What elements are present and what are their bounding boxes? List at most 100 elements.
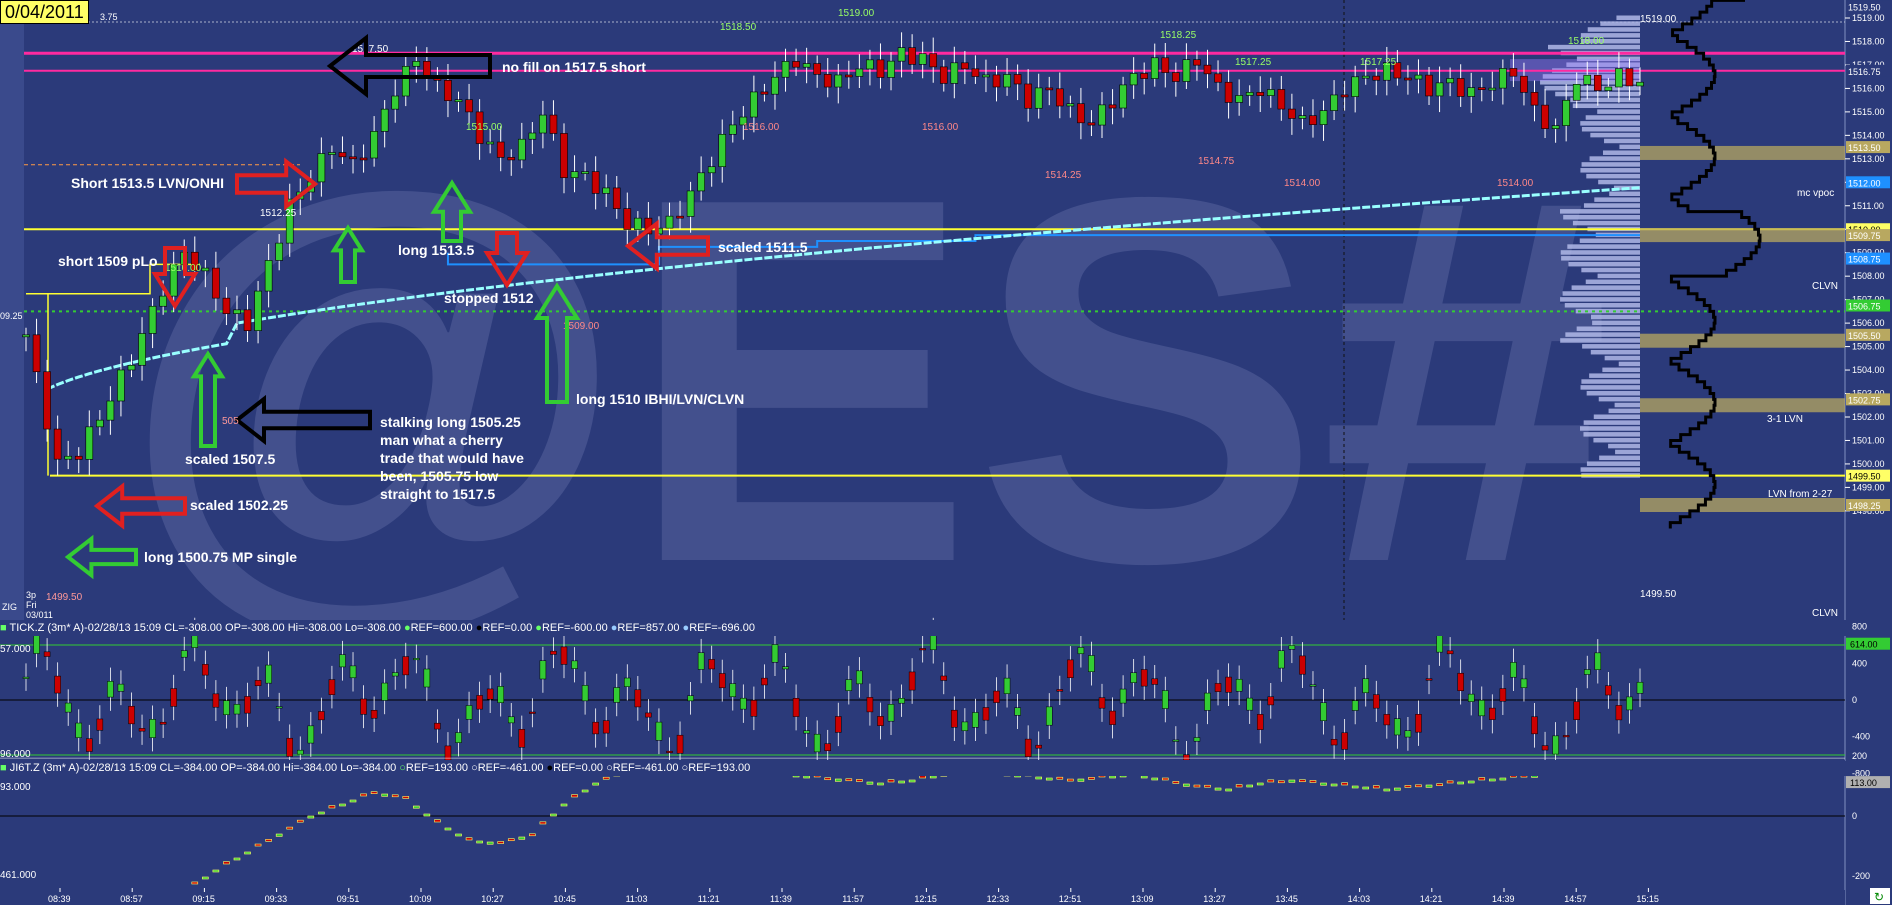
candle-down xyxy=(1045,87,1054,91)
tick-bar-up xyxy=(581,685,589,702)
breadth-bar-up xyxy=(803,775,810,779)
profile-row xyxy=(1560,338,1640,343)
profile-row xyxy=(1598,396,1640,402)
tick-bar-up xyxy=(856,670,863,685)
breadth-badge: 113.00 xyxy=(1850,778,1877,788)
candle-down xyxy=(338,152,347,158)
breadth-bar-down xyxy=(1278,780,1285,784)
chart-window: @ES# 1517.50 1518.50 1519.00 1518.25 1517.25… xyxy=(0,0,1892,905)
candle-down xyxy=(623,208,632,230)
breadth-bar-up xyxy=(592,782,599,786)
tick-bar-down xyxy=(1140,669,1148,687)
candle-up xyxy=(918,53,927,65)
candle-up xyxy=(1235,95,1243,103)
breadth-bar-up xyxy=(212,869,220,873)
time-tick-label: 10:27 xyxy=(481,894,504,904)
breadth-bar-up xyxy=(444,827,452,831)
tick-bar-down xyxy=(666,750,673,753)
tick-axis-label: 800 xyxy=(1852,622,1867,632)
tick-bar-up xyxy=(1394,718,1401,736)
tick-bar-up xyxy=(961,721,969,732)
breadth-bar-down xyxy=(1088,777,1095,780)
candle-down xyxy=(1594,74,1602,91)
tick-bar-up xyxy=(655,721,663,741)
level-label: mc vpoc xyxy=(1797,188,1834,199)
candle-down xyxy=(1425,74,1433,97)
tick-bar-up xyxy=(149,719,156,738)
candle-up xyxy=(85,426,94,460)
swing-label: 1514.00 xyxy=(1497,178,1534,189)
breadth-bar-up xyxy=(929,775,937,779)
tick-bar-down xyxy=(835,716,842,733)
tick-bar-up xyxy=(223,700,230,716)
profile-row xyxy=(1593,437,1640,443)
profile-row xyxy=(1576,326,1640,331)
tick-bar-down xyxy=(792,697,800,717)
profile-row xyxy=(1594,197,1640,202)
breadth-bar-down xyxy=(1067,778,1074,782)
profile-row xyxy=(1583,420,1640,425)
breadth-bar-down xyxy=(1436,783,1443,786)
tick-bar-up xyxy=(697,652,705,670)
level-band xyxy=(1640,498,1845,513)
candle-up xyxy=(391,95,400,110)
candle-down xyxy=(908,47,916,65)
price-tick-label: 1515.00 xyxy=(1852,107,1885,117)
tick-bar-down xyxy=(676,734,684,754)
breadth-bar-down xyxy=(1446,780,1454,784)
candle-up xyxy=(233,309,241,314)
candle-up xyxy=(707,166,716,174)
tick-bar-down xyxy=(159,721,167,725)
candle-up xyxy=(328,152,336,155)
annotation-text: stalking long 1505.25 xyxy=(380,414,521,430)
candle-up xyxy=(528,132,537,140)
breadth-bar-up xyxy=(550,813,557,817)
annotation-text: stopped 1512 xyxy=(444,290,534,306)
profile-row xyxy=(1583,432,1640,437)
candle-up xyxy=(1499,68,1507,89)
candle-up xyxy=(602,187,610,194)
candle-up xyxy=(1435,82,1444,97)
level-band xyxy=(1640,333,1845,348)
breadth-bar-down xyxy=(1204,784,1211,788)
candle-down xyxy=(1172,72,1180,82)
breadth-bar-up xyxy=(233,857,241,861)
breadth-bar-up xyxy=(476,840,483,844)
tick-bar-down xyxy=(1373,694,1380,709)
breadth-bar-down xyxy=(919,775,926,779)
breadth-ref-dot-0: ○ xyxy=(399,762,406,774)
breadth-bar-down xyxy=(286,826,294,830)
candle-up xyxy=(275,242,283,261)
price-badge-label: 1505.50 xyxy=(1848,331,1881,341)
profile-row xyxy=(1609,191,1640,197)
level-band xyxy=(1640,398,1845,413)
tick-bar-down xyxy=(761,677,768,686)
time-tick-label: 08:57 xyxy=(120,894,143,904)
breadth-bar-up xyxy=(275,833,283,837)
breadth-bar-down xyxy=(856,779,863,782)
breadth-bar-up xyxy=(1214,787,1222,791)
tick-bar-down xyxy=(43,651,51,657)
left-profile-strip xyxy=(0,0,24,620)
tick-bar-down xyxy=(1415,714,1422,733)
breadth-bar-down xyxy=(529,833,536,837)
tick-bar-up xyxy=(1594,652,1602,670)
tick-bar-up xyxy=(1552,735,1559,755)
profile-row xyxy=(1616,15,1640,20)
profile-row xyxy=(1582,344,1640,349)
candle-down xyxy=(1404,77,1412,81)
candle-down xyxy=(929,53,938,68)
tick-bar-down xyxy=(750,700,758,717)
price-tick-label: 1508.00 xyxy=(1852,271,1885,281)
time-tick-label: 12:15 xyxy=(914,894,937,904)
tick-bar-up xyxy=(539,660,547,680)
candle-up xyxy=(201,267,210,272)
tick-bar-down xyxy=(286,737,293,757)
tick-bar-up xyxy=(265,664,272,684)
breadth-bar-down xyxy=(391,794,399,798)
tick-bar-up xyxy=(1478,699,1486,717)
tick-bar-down xyxy=(1098,697,1106,709)
candle-up xyxy=(1298,115,1307,119)
tick-bar-down xyxy=(318,711,325,721)
tick-bar-up xyxy=(613,687,620,703)
